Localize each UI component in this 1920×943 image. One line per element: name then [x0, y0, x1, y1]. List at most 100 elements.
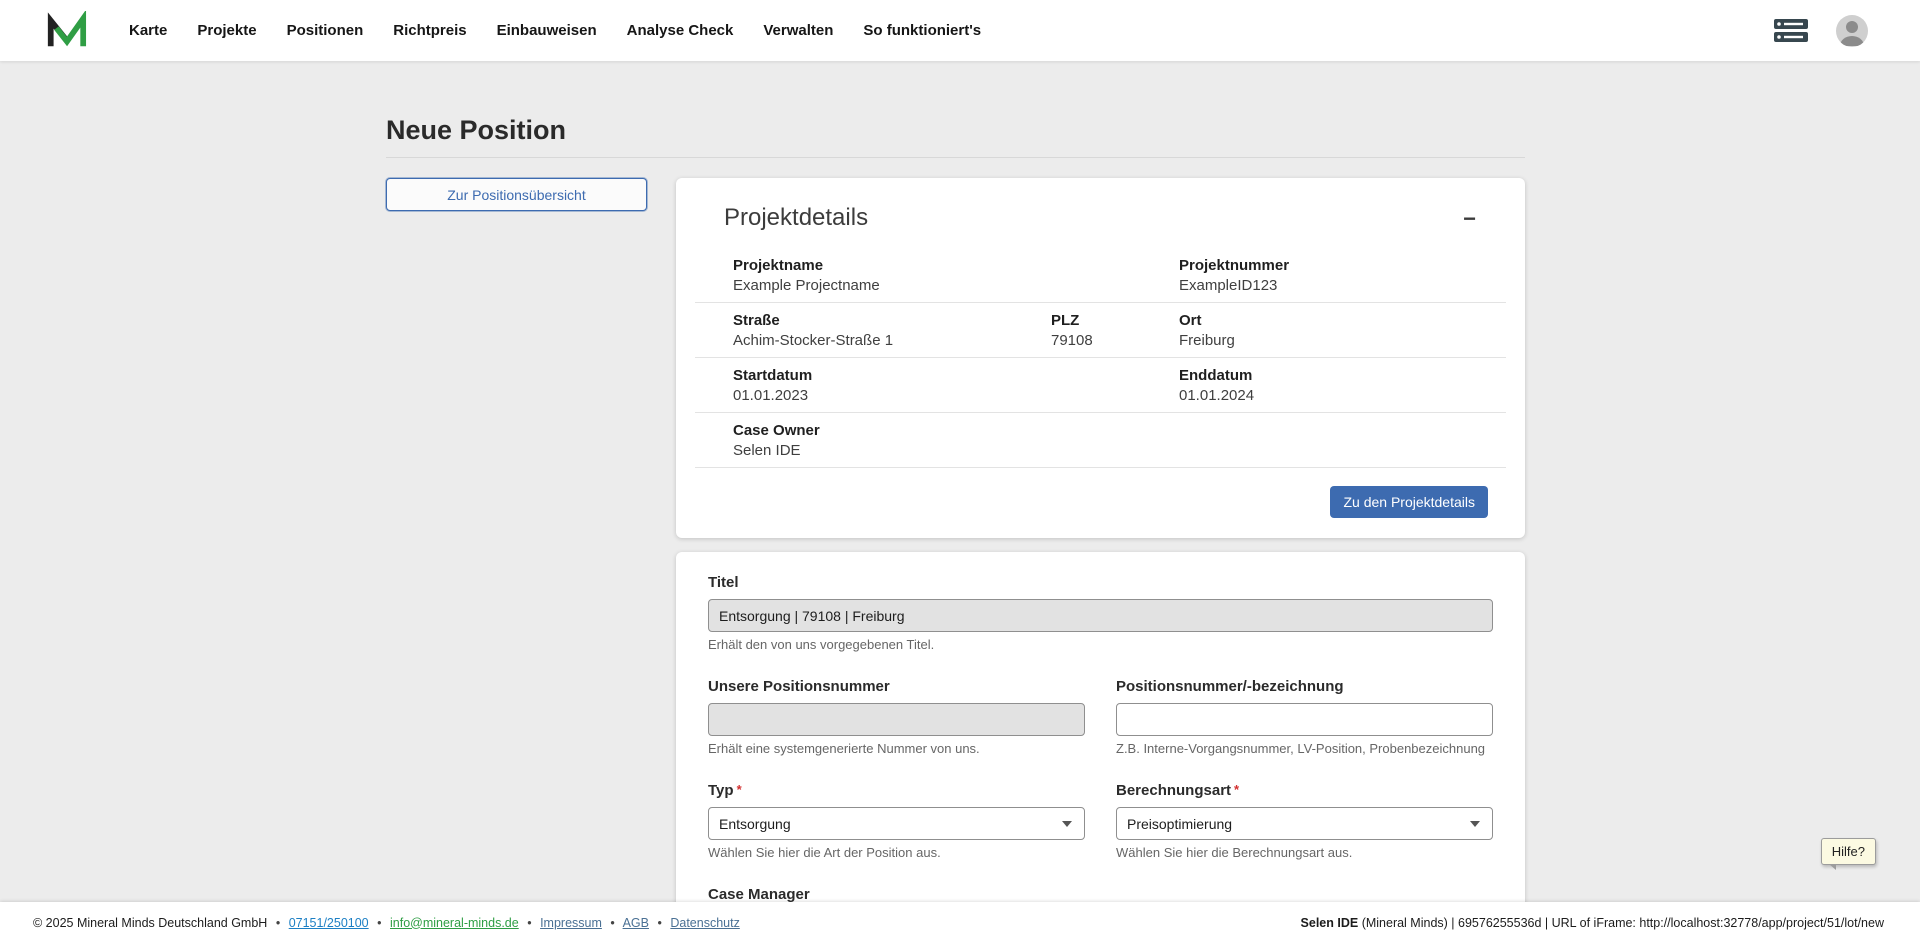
footer-left: © 2025 Mineral Minds Deutschland GmbH • …	[33, 916, 740, 930]
footer: © 2025 Mineral Minds Deutschland GmbH • …	[0, 902, 1920, 943]
berechnungsart-helper: Wählen Sie hier die Berechnungsart aus.	[1116, 845, 1493, 860]
field-label: Case Owner	[733, 422, 1506, 439]
field-value: ExampleID123	[1179, 277, 1506, 294]
berechnungsart-group: Berechnungsart* Preisoptimierung Wählen …	[1116, 782, 1493, 860]
field-label: PLZ	[1051, 312, 1179, 329]
field-label: Enddatum	[1179, 367, 1506, 384]
field-value: Selen IDE	[733, 442, 1506, 459]
nav-menu: Karte Projekte Positionen Richtpreis Ein…	[129, 22, 981, 39]
field-value: 79108	[1051, 332, 1179, 349]
case-manager-label: Case Manager	[708, 886, 1493, 903]
field-enddatum: Enddatum 01.01.2024	[1179, 367, 1506, 404]
help-button[interactable]: Hilfe?	[1821, 838, 1876, 865]
field-value: 01.01.2024	[1179, 387, 1506, 404]
nav-item-verwalten[interactable]: Verwalten	[763, 22, 833, 39]
field-label: Startdatum	[733, 367, 1179, 384]
main-content: Neue Position Zur Positionsübersicht Pro…	[386, 61, 1525, 943]
navbar-right	[1774, 15, 1868, 47]
footer-phone-link[interactable]: 07151/250100	[289, 916, 369, 930]
typ-group: Typ* Entsorgung Wählen Sie hier die Art …	[708, 782, 1085, 860]
footer-separator: •	[657, 916, 661, 930]
typ-label: Typ*	[708, 782, 1085, 799]
berechnungsart-select-value: Preisoptimierung	[1127, 816, 1232, 832]
field-ort: Ort Freiburg	[1179, 312, 1506, 349]
nav-item-projekte[interactable]: Projekte	[197, 22, 256, 39]
positionsnummer-label: Positionsnummer/-bezeichnung	[1116, 678, 1493, 695]
unsere-positionsnummer-group: Unsere Positionsnummer Erhält eine syste…	[708, 678, 1085, 756]
page-title: Neue Position	[386, 115, 1525, 146]
mineral-minds-logo-icon[interactable]	[45, 11, 87, 51]
chevron-down-icon	[1062, 821, 1072, 827]
footer-session-info: Selen IDE (Mineral Minds) | 69576255536d…	[1301, 916, 1884, 930]
berechnungsart-select[interactable]: Preisoptimierung	[1116, 807, 1493, 840]
titel-group: Titel Erhält den von uns vorgegebenen Ti…	[708, 574, 1493, 652]
field-value: 01.01.2023	[733, 387, 1179, 404]
field-plz: PLZ 79108	[1051, 312, 1179, 349]
footer-link-datenschutz[interactable]: Datenschutz	[670, 916, 739, 930]
footer-link-impressum[interactable]: Impressum	[540, 916, 602, 930]
field-projektnummer: Projektnummer ExampleID123	[1179, 257, 1506, 294]
titel-helper: Erhält den von uns vorgegebenen Titel.	[708, 637, 1493, 652]
right-column: Projektdetails − Projektname Example Pro…	[676, 178, 1525, 943]
type-calculation-row: Typ* Entsorgung Wählen Sie hier die Art …	[708, 782, 1493, 860]
position-number-row: Unsere Positionsnummer Erhält eine syste…	[708, 678, 1493, 756]
session-details: (Mineral Minds) | 69576255536d | URL of …	[1358, 916, 1884, 930]
typ-select[interactable]: Entsorgung	[708, 807, 1085, 840]
unsere-positionsnummer-helper: Erhält eine systemgenerierte Nummer von …	[708, 741, 1085, 756]
field-startdatum: Startdatum 01.01.2023	[695, 367, 1179, 404]
table-row: Case Owner Selen IDE	[695, 413, 1506, 468]
footer-separator: •	[377, 916, 381, 930]
field-label: Projektnummer	[1179, 257, 1506, 274]
collapse-card-button[interactable]: −	[1455, 204, 1484, 234]
field-label: Ort	[1179, 312, 1506, 329]
field-label: Straße	[733, 312, 1051, 329]
nav-item-richtpreis[interactable]: Richtpreis	[393, 22, 466, 39]
server-icon[interactable]	[1774, 19, 1808, 43]
unsere-positionsnummer-label: Unsere Positionsnummer	[708, 678, 1085, 695]
required-asterisk: *	[1234, 782, 1239, 797]
project-card-title: Projektdetails	[724, 204, 868, 232]
field-value: Example Projectname	[733, 277, 1179, 294]
footer-separator: •	[276, 916, 280, 930]
nav-item-karte[interactable]: Karte	[129, 22, 167, 39]
project-fields-table: Projektname Example Projectname Projektn…	[695, 248, 1506, 468]
positionsnummer-input[interactable]	[1116, 703, 1493, 736]
project-details-card: Projektdetails − Projektname Example Pro…	[676, 178, 1525, 538]
project-card-actions: Zu den Projektdetails	[695, 486, 1506, 518]
top-navbar: Karte Projekte Positionen Richtpreis Ein…	[0, 0, 1920, 61]
titel-label: Titel	[708, 574, 1493, 591]
berechnungsart-label-text: Berechnungsart	[1116, 782, 1231, 799]
table-row: Projektname Example Projectname Projektn…	[695, 248, 1506, 303]
field-case-owner: Case Owner Selen IDE	[695, 422, 1506, 459]
positionsnummer-group: Positionsnummer/-bezeichnung Z.B. Intern…	[1116, 678, 1493, 756]
footer-separator: •	[610, 916, 614, 930]
berechnungsart-label: Berechnungsart*	[1116, 782, 1493, 799]
nav-item-analyse-check[interactable]: Analyse Check	[627, 22, 734, 39]
nav-item-so-funktionierts[interactable]: So funktioniert's	[863, 22, 981, 39]
footer-link-agb[interactable]: AGB	[623, 916, 649, 930]
field-projektname: Projektname Example Projectname	[695, 257, 1179, 294]
back-to-positions-button[interactable]: Zur Positionsübersicht	[386, 178, 647, 211]
table-row: Startdatum 01.01.2023 Enddatum 01.01.202…	[695, 358, 1506, 413]
unsere-positionsnummer-input	[708, 703, 1085, 736]
footer-copyright: © 2025 Mineral Minds Deutschland GmbH	[33, 916, 267, 930]
footer-email-link[interactable]: info@mineral-minds.de	[390, 916, 519, 930]
chevron-down-icon	[1470, 821, 1480, 827]
required-asterisk: *	[737, 782, 742, 797]
typ-select-value: Entsorgung	[719, 816, 791, 832]
field-value: Freiburg	[1179, 332, 1506, 349]
user-avatar-icon[interactable]	[1836, 15, 1868, 47]
field-value: Achim-Stocker-Straße 1	[733, 332, 1051, 349]
position-form-card: Titel Erhält den von uns vorgegebenen Ti…	[676, 552, 1525, 943]
titel-input	[708, 599, 1493, 632]
positionsnummer-helper: Z.B. Interne-Vorgangsnummer, LV-Position…	[1116, 741, 1493, 756]
session-user: Selen IDE	[1301, 916, 1359, 930]
field-label: Projektname	[733, 257, 1179, 274]
go-to-project-details-button[interactable]: Zu den Projektdetails	[1330, 486, 1488, 518]
field-strasse: Straße Achim-Stocker-Straße 1	[695, 312, 1051, 349]
content-row: Zur Positionsübersicht Projektdetails − …	[386, 178, 1525, 943]
footer-separator: •	[527, 916, 531, 930]
nav-item-positionen[interactable]: Positionen	[287, 22, 364, 39]
nav-item-einbauweisen[interactable]: Einbauweisen	[497, 22, 597, 39]
project-card-header: Projektdetails −	[695, 204, 1506, 234]
